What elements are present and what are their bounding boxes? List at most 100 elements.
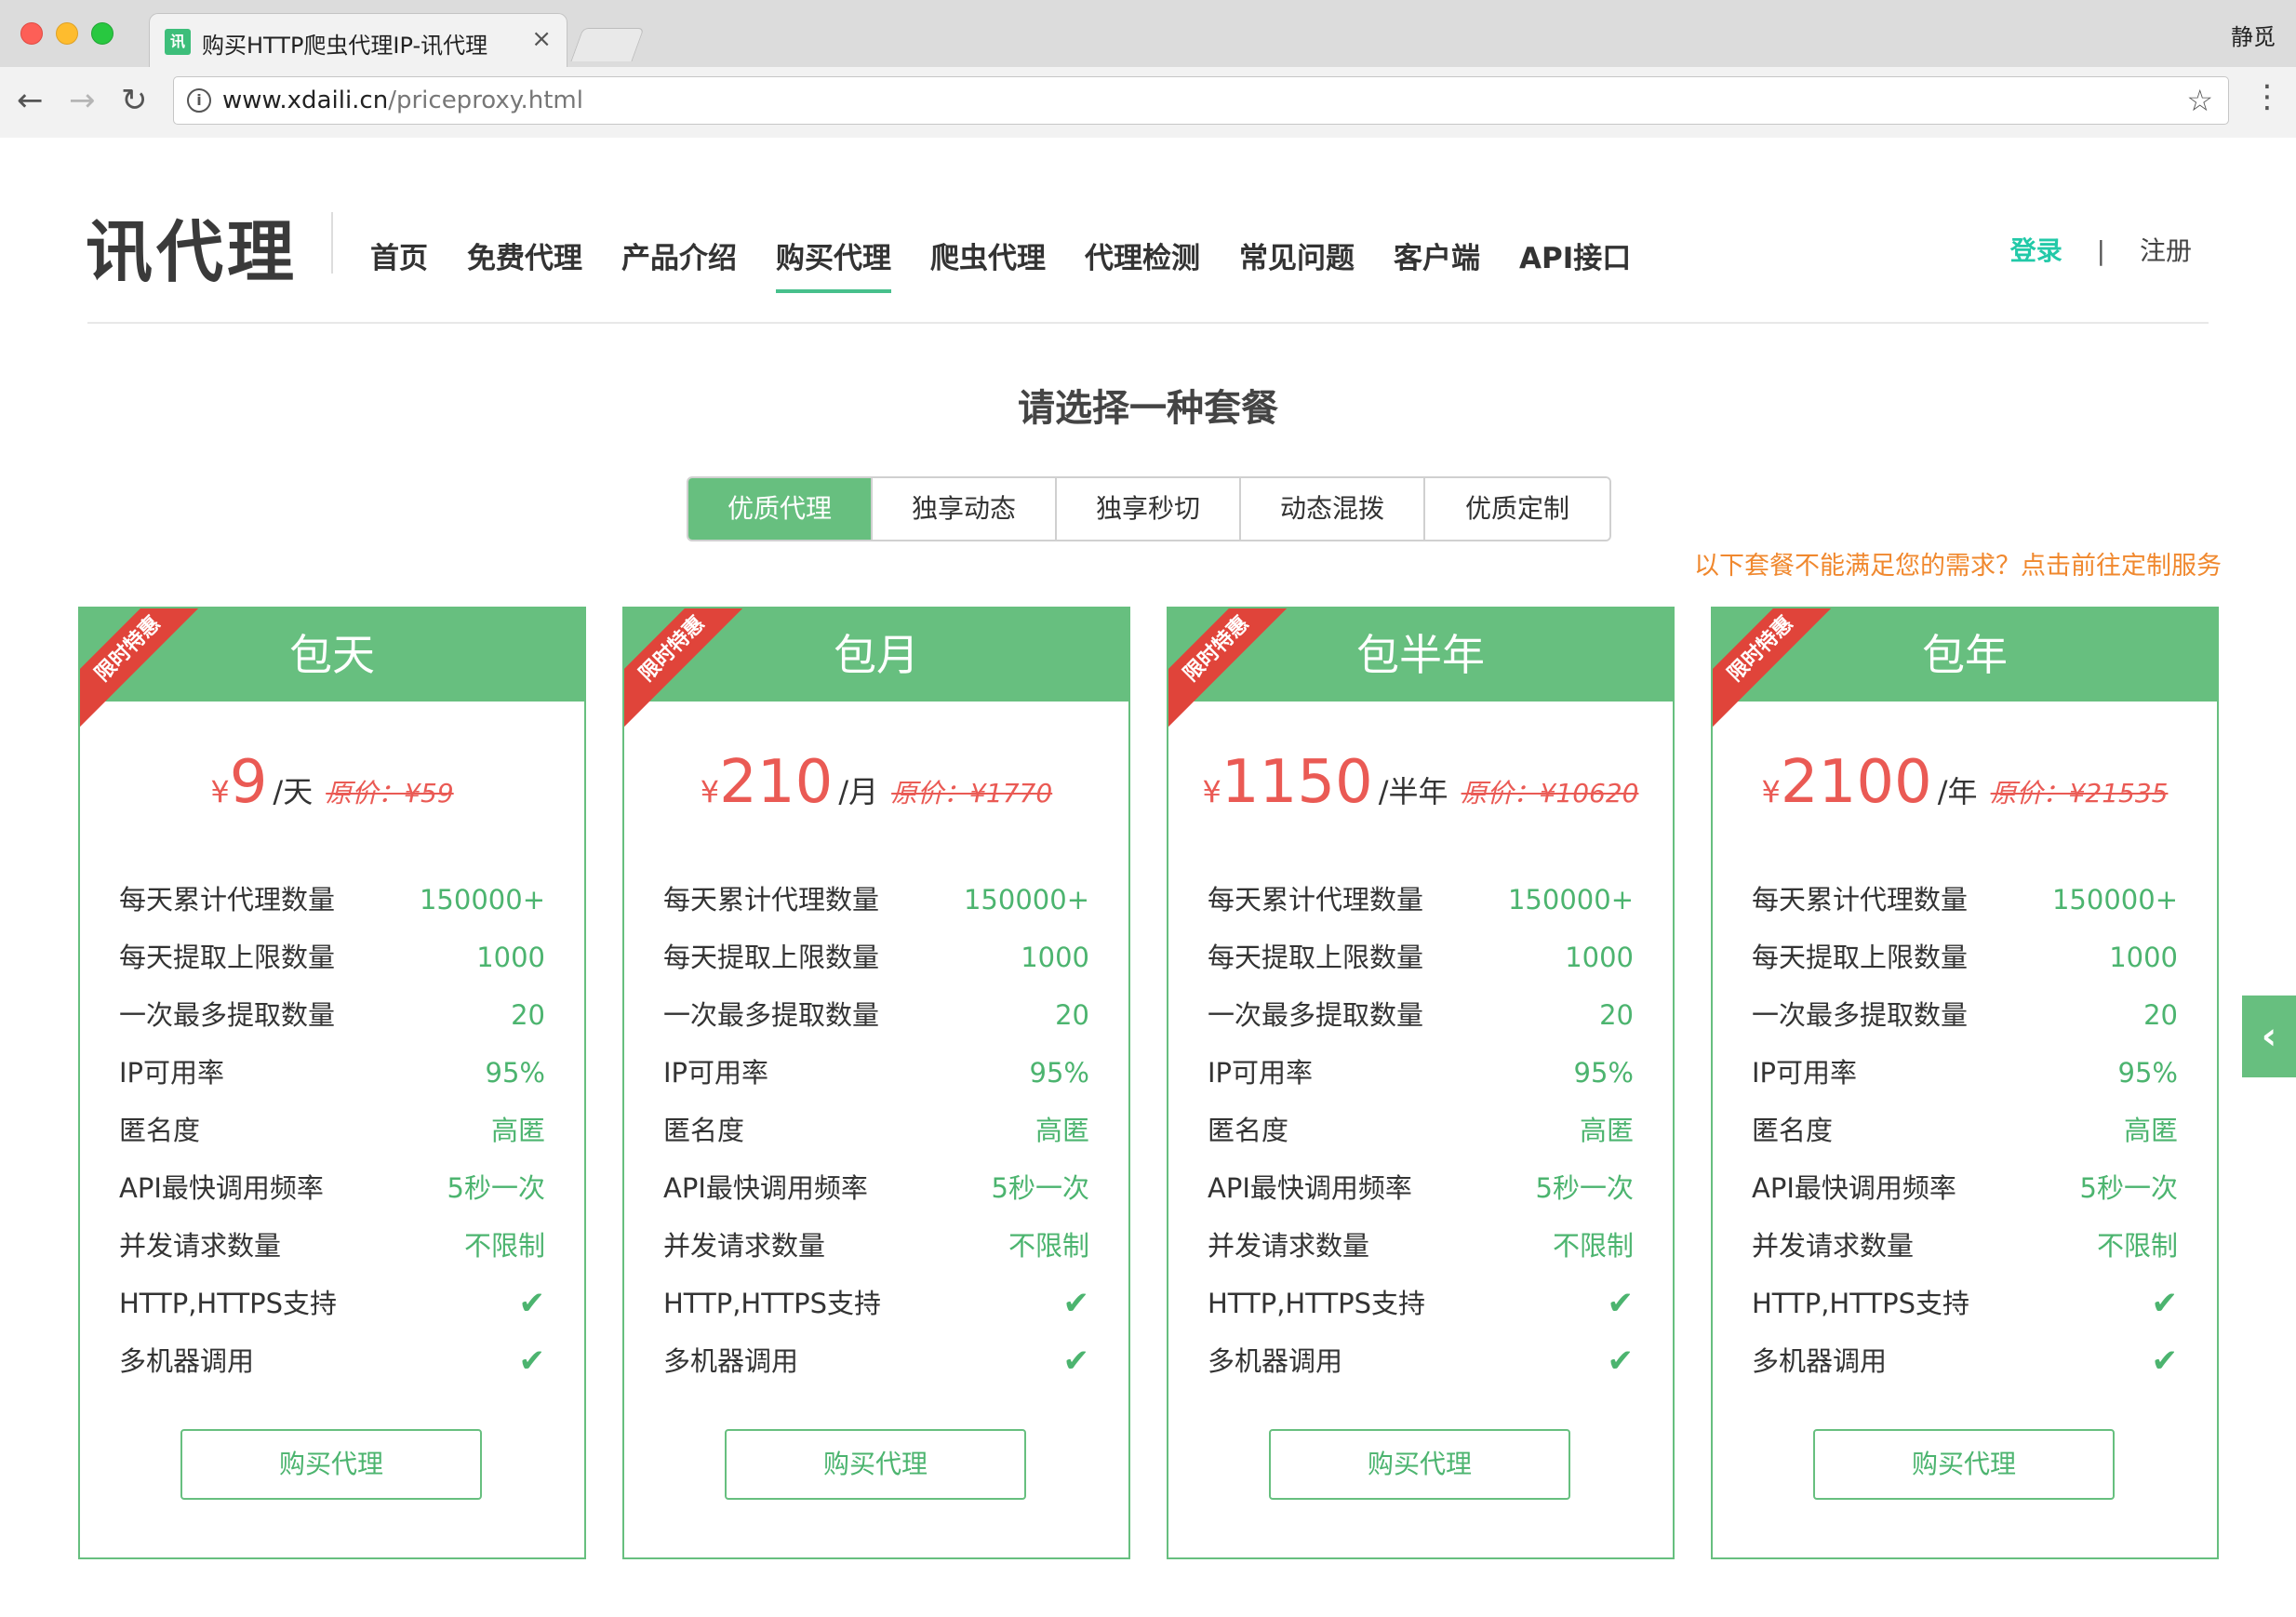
nav-item-api[interactable]: API接口	[1519, 234, 1631, 276]
buy-proxy-button[interactable]: 购买代理	[1269, 1429, 1570, 1500]
reload-icon[interactable]: ↻	[121, 82, 148, 119]
price-value: 2100	[1780, 748, 1932, 817]
more-vert-icon[interactable]: ⋮	[2251, 78, 2283, 115]
feature-row: API最快调用频率 5秒一次	[663, 1159, 1089, 1217]
buy-proxy-button[interactable]: 购买代理	[180, 1429, 482, 1500]
feature-value: 20	[2143, 999, 2178, 1031]
feature-row: 一次最多提取数量 20	[119, 986, 545, 1044]
feature-value: 不限制	[2096, 1230, 2178, 1262]
feature-name: 每天提取上限数量	[1208, 942, 1424, 973]
feature-row: API最快调用频率 5秒一次	[1208, 1159, 1634, 1217]
feature-name: 匿名度	[119, 1115, 201, 1146]
feature-name: 每天提取上限数量	[1752, 942, 1969, 973]
feature-row: 匿名度 高匿	[1208, 1102, 1634, 1159]
pricing-card: 包半年 限时特惠 ¥1150/半年 原价：¥10620 每天累计代理数量 150000+ 每…	[1167, 607, 1675, 1559]
register-link[interactable]: 注册	[2140, 235, 2192, 266]
feature-value: 5秒一次	[1535, 1172, 1634, 1204]
feature-value: 1000	[2109, 942, 2178, 973]
feature-list: 每天累计代理数量 150000+ 每天提取上限数量 1000 一次最多提取数量 20 IP可…	[663, 871, 1089, 1390]
check-icon: ✔	[1062, 1285, 1090, 1322]
feature-name: HTTP,HTTPS支持	[1752, 1288, 1970, 1319]
feature-name: API最快调用频率	[1752, 1172, 1956, 1204]
url-path: /priceproxy.html	[388, 87, 583, 114]
feature-row: 每天提取上限数量 1000	[663, 929, 1089, 986]
currency-symbol: ¥	[1761, 774, 1781, 809]
feature-name: 并发请求数量	[119, 1230, 282, 1262]
feature-name: 每天累计代理数量	[663, 884, 880, 915]
arrow-left-icon[interactable]: ←	[17, 82, 44, 119]
profile-name[interactable]: 静觅	[2231, 19, 2276, 51]
feature-value: 150000+	[419, 884, 545, 915]
feature-row: 每天累计代理数量 150000+	[663, 871, 1089, 929]
custom-service-link[interactable]: 以下套餐不能满足您的需求？点击前往定制服务	[1694, 545, 2222, 581]
feature-value: 不限制	[1008, 1230, 1089, 1262]
page: 讯代理 首页 免费代理 产品介绍 购买代理 爬虫代理 代理检测 常见问题 客户端…	[0, 140, 2296, 1617]
feature-row: 一次最多提取数量 20	[1752, 986, 2178, 1044]
header-divider	[87, 322, 2209, 324]
feature-name: 匿名度	[1752, 1115, 1834, 1146]
price-unit: /天	[273, 774, 314, 809]
pricing-card: 包天 限时特惠 ¥9/天 原价：¥59 每天累计代理数量 150000+ 每天提取上限数量 1…	[78, 607, 586, 1559]
tab-close-icon[interactable]: ×	[531, 25, 552, 53]
nav-item-faq[interactable]: 常见问题	[1239, 234, 1355, 276]
tab-dedicated-instant[interactable]: 独享秒切	[1057, 478, 1241, 540]
tab-premium-proxy[interactable]: 优质代理	[688, 478, 873, 540]
check-icon: ✔	[518, 1285, 546, 1322]
feature-row: IP可用率 95%	[663, 1044, 1089, 1102]
nav-item-proxy-check[interactable]: 代理检测	[1085, 234, 1200, 276]
star-icon[interactable]: ☆	[2186, 83, 2213, 118]
original-price: 原价：¥21535	[1990, 778, 2169, 808]
feature-name: 多机器调用	[1752, 1345, 1888, 1377]
feature-value: 高匿	[490, 1115, 545, 1146]
currency-symbol: ¥	[210, 774, 230, 809]
feature-row: API最快调用频率 5秒一次	[119, 1159, 545, 1217]
close-window-button[interactable]	[20, 22, 43, 45]
arrow-right-icon[interactable]: →	[69, 82, 96, 119]
feature-value: 1000	[476, 942, 545, 973]
buy-proxy-button[interactable]: 购买代理	[725, 1429, 1026, 1500]
browser-toolbar: ← → ↻ i www.xdaili.cn/priceproxy.html ☆ …	[0, 67, 2296, 138]
feature-name: IP可用率	[1208, 1057, 1314, 1089]
new-tab-button[interactable]	[570, 28, 645, 61]
login-link[interactable]: 登录	[2010, 235, 2062, 266]
feature-name: 匿名度	[663, 1115, 745, 1146]
nav-item-products[interactable]: 产品介绍	[621, 234, 737, 276]
site-logo[interactable]: 讯代理	[86, 197, 298, 295]
info-icon[interactable]: i	[187, 88, 211, 113]
buy-proxy-button[interactable]: 购买代理	[1813, 1429, 2115, 1500]
feature-name: HTTP,HTTPS支持	[1208, 1288, 1426, 1319]
chevron-left-icon[interactable]: ‹	[2242, 996, 2296, 1077]
nav-item-buy-proxy[interactable]: 购买代理	[776, 234, 891, 293]
feature-row: 每天提取上限数量 1000	[1208, 929, 1634, 986]
check-icon: ✔	[518, 1343, 546, 1380]
feature-name: 并发请求数量	[1208, 1230, 1370, 1262]
section-title: 请选择一种套餐	[1018, 387, 1278, 430]
feature-value: 5秒一次	[991, 1172, 1089, 1204]
url-text[interactable]: www.xdaili.cn/priceproxy.html	[222, 87, 583, 114]
feature-name: 每天累计代理数量	[1208, 884, 1424, 915]
pricing-card: 包月 限时特惠 ¥210/月 原价：¥1770 每天累计代理数量 150000+ 每天提取上…	[622, 607, 1130, 1559]
address-bar[interactable]: i www.xdaili.cn/priceproxy.html ☆	[173, 76, 2229, 125]
feature-name: 一次最多提取数量	[663, 999, 880, 1031]
tab-premium-custom[interactable]: 优质定制	[1425, 478, 1609, 540]
minimize-window-button[interactable]	[56, 22, 78, 45]
feature-row: 多机器调用 ✔	[119, 1332, 545, 1390]
feature-row: IP可用率 95%	[119, 1044, 545, 1102]
nav-item-crawler-proxy[interactable]: 爬虫代理	[930, 234, 1046, 276]
feature-row: 并发请求数量 不限制	[1752, 1217, 2178, 1275]
tab-dedicated-dynamic[interactable]: 独享动态	[873, 478, 1057, 540]
feature-value: 高匿	[1035, 1115, 1089, 1146]
maximize-window-button[interactable]	[91, 22, 113, 45]
nav-item-client[interactable]: 客户端	[1394, 234, 1480, 276]
feature-name: 一次最多提取数量	[1752, 999, 1969, 1031]
tab-dynamic-dialing[interactable]: 动态混拨	[1241, 478, 1425, 540]
nav-item-free-proxy[interactable]: 免费代理	[467, 234, 582, 276]
nav-item-home[interactable]: 首页	[370, 234, 428, 276]
feature-row: 每天提取上限数量 1000	[119, 929, 545, 986]
browser-tab[interactable]: 讯 购买HTTP爬虫代理IP-讯代理 ×	[149, 13, 567, 67]
feature-row: IP可用率 95%	[1208, 1044, 1634, 1102]
feature-value: 不限制	[463, 1230, 545, 1262]
feature-name: 一次最多提取数量	[1208, 999, 1424, 1031]
feature-name: IP可用率	[1752, 1057, 1858, 1089]
feature-row: HTTP,HTTPS支持 ✔	[1752, 1275, 2178, 1332]
